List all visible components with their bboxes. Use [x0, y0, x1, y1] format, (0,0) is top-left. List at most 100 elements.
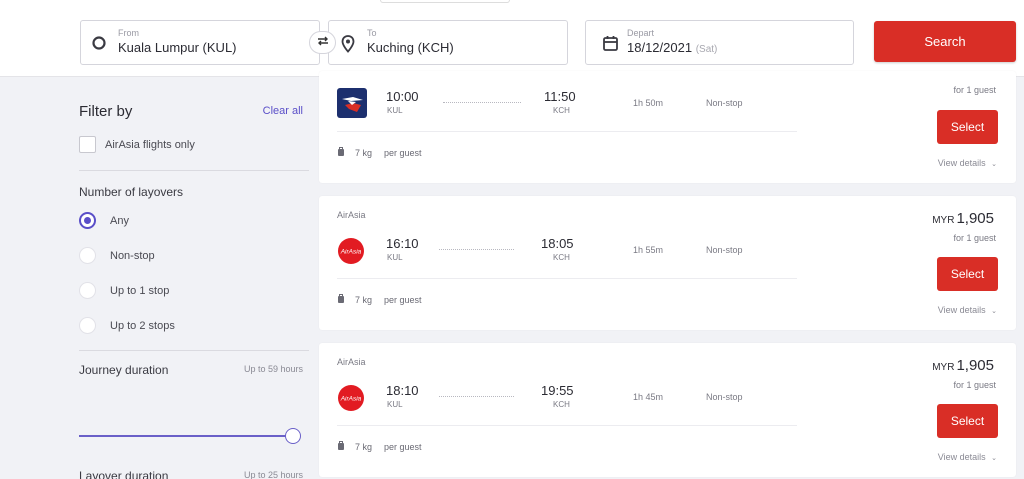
baggage-icon	[337, 294, 345, 305]
radio-any[interactable]	[79, 212, 96, 229]
arrival-time: 11:50	[544, 89, 576, 104]
flight-duration: 1h 50m	[633, 98, 664, 108]
depart-label: Depart	[627, 28, 655, 38]
layover-option-2-stops[interactable]: Up to 2 stops	[79, 317, 175, 334]
flight-card: 10:00 KUL 11:50 KCH 1h 50m Non-stop 7 kg…	[319, 71, 1016, 183]
layover-option-nonstop[interactable]: Non-stop	[79, 247, 155, 264]
per-guest-label: per guest	[384, 147, 422, 158]
journey-duration-title: Journey duration	[79, 363, 169, 377]
baggage-weight: 7 kg	[355, 294, 373, 305]
to-value[interactable]: Kuching (KCH)	[367, 40, 454, 55]
airline-name: AirAsia	[337, 210, 366, 220]
baggage-icon	[337, 147, 345, 158]
currency-label: MYR	[932, 362, 955, 373]
radio-any-label: Any	[110, 214, 129, 227]
view-details-link[interactable]: View details ⌄	[938, 305, 997, 315]
stops-info: Non-stop	[706, 392, 743, 402]
baggage-weight: 7 kg	[355, 147, 373, 158]
view-details-label: View details	[937, 452, 986, 462]
radio-nonstop[interactable]	[79, 247, 96, 264]
divider	[79, 350, 309, 351]
flight-card: AirAsia AirAsia 16:10 KUL 18:05 KCH 1h 5…	[319, 196, 1016, 330]
flight-duration: 1h 55m	[633, 245, 664, 255]
calendar-icon	[603, 35, 618, 56]
airasia-only-filter[interactable]: AirAsia flights only	[79, 136, 195, 153]
airline-name: AirAsia	[337, 357, 366, 367]
depart-value[interactable]: 18/12/2021 (Sat)	[627, 40, 717, 55]
baggage-icon	[337, 441, 345, 452]
arrival-code: KCH	[553, 400, 570, 409]
flight-path-line	[439, 249, 514, 250]
to-field[interactable]: To Kuching (KCH)	[328, 20, 568, 65]
view-details-link[interactable]: View details ⌄	[938, 452, 997, 462]
guest-count: for 1 guest	[953, 85, 996, 95]
search-button[interactable]: Search	[874, 21, 1016, 62]
arrival-code: KCH	[553, 253, 570, 262]
clear-all-link[interactable]: Clear all	[263, 105, 303, 117]
layover-duration-hint: Up to 25 hours	[243, 470, 303, 479]
chevron-down-icon: ⌄	[991, 308, 997, 315]
filter-title: Filter by	[79, 103, 133, 120]
radio-2-stops[interactable]	[79, 317, 96, 334]
baggage-info: 7 kg per guest	[337, 294, 422, 305]
from-value[interactable]: Kuala Lumpur (KUL)	[118, 40, 237, 55]
card-divider	[337, 131, 797, 132]
departure-code: KUL	[387, 253, 403, 262]
departure-code: KUL	[387, 400, 403, 409]
price-amount: 1,905	[956, 210, 994, 227]
flight-duration: 1h 45m	[633, 392, 664, 402]
radio-nonstop-label: Non-stop	[110, 249, 155, 262]
flight-path-line	[439, 396, 514, 397]
flight-card: AirAsia AirAsia 18:10 KUL 19:55 KCH 1h 4…	[319, 343, 1016, 477]
arrival-code: KCH	[553, 106, 570, 115]
depart-day: (Sat)	[695, 44, 718, 55]
journey-duration-slider-track[interactable]	[79, 435, 293, 437]
from-field[interactable]: From Kuala Lumpur (KUL)	[80, 20, 320, 65]
departure-time: 16:10	[386, 236, 419, 251]
currency-label: MYR	[932, 215, 955, 226]
airasia-logo: AirAsia	[337, 237, 365, 270]
search-header: From Kuala Lumpur (KUL) To Kuching (KCH)…	[0, 0, 1024, 77]
airasia-only-checkbox[interactable]	[79, 136, 96, 153]
arrival-time: 19:55	[541, 383, 574, 398]
select-flight-button[interactable]: Select	[937, 257, 998, 291]
select-flight-button[interactable]: Select	[937, 110, 998, 144]
per-guest-label: per guest	[384, 441, 422, 452]
airasia-logo-text: AirAsia	[340, 396, 362, 403]
airasia-logo: AirAsia	[337, 384, 365, 417]
per-guest-label: per guest	[384, 294, 422, 305]
departure-time: 10:00	[386, 89, 419, 104]
radio-1-stop[interactable]	[79, 282, 96, 299]
divider	[79, 170, 309, 171]
origin-circle-icon	[91, 35, 107, 56]
malaysia-airlines-logo	[337, 88, 367, 123]
radio-2-stops-label: Up to 2 stops	[110, 319, 175, 332]
airasia-logo-text: AirAsia	[340, 249, 362, 256]
departure-code: KUL	[387, 106, 403, 115]
arrival-time: 18:05	[541, 236, 574, 251]
swap-button[interactable]	[309, 31, 336, 54]
guest-count: for 1 guest	[953, 380, 996, 390]
view-details-label: View details	[937, 158, 986, 168]
flight-price: MYR 1,905	[932, 210, 994, 227]
airasia-only-label: AirAsia flights only	[105, 138, 195, 151]
radio-1-stop-label: Up to 1 stop	[110, 284, 170, 297]
chevron-down-icon: ⌄	[991, 455, 997, 462]
depart-field[interactable]: Depart 18/12/2021 (Sat)	[585, 20, 854, 65]
journey-duration-slider-handle[interactable]	[285, 428, 301, 444]
journey-duration-hint: Up to 59 hours	[243, 364, 303, 374]
view-details-link[interactable]: View details ⌄	[938, 158, 997, 168]
layovers-title: Number of layovers	[79, 185, 184, 199]
departure-time: 18:10	[386, 383, 419, 398]
baggage-info: 7 kg per guest	[337, 147, 422, 158]
baggage-info: 7 kg per guest	[337, 441, 422, 452]
baggage-weight: 7 kg	[355, 441, 373, 452]
select-flight-button[interactable]: Select	[937, 404, 998, 438]
stops-info: Non-stop	[706, 98, 743, 108]
depart-date: 18/12/2021	[627, 40, 693, 55]
guest-count: for 1 guest	[953, 233, 996, 243]
layover-option-any[interactable]: Any	[79, 212, 129, 229]
layover-option-1-stop[interactable]: Up to 1 stop	[79, 282, 169, 299]
flight-path-line	[443, 102, 521, 103]
header-tab-edge	[380, 0, 510, 3]
